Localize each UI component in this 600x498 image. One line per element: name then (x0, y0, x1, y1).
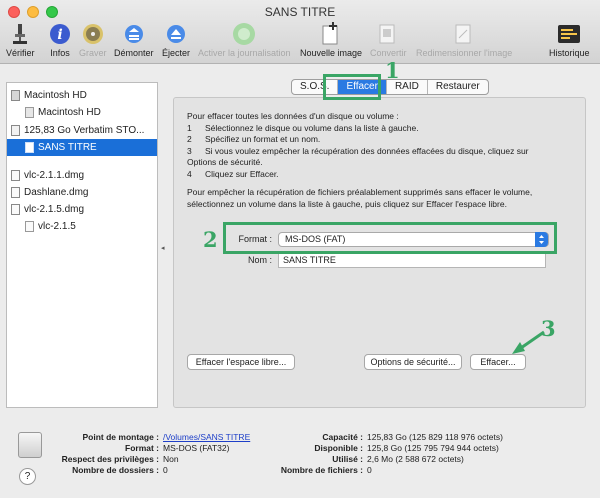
sidebar-item-label: Macintosh HD (38, 107, 101, 118)
sidebar-item-vlc-215-volume[interactable]: vlc-2.1.5 (7, 218, 157, 235)
log-icon (556, 22, 582, 46)
instruction-step: Options de sécurité. (187, 157, 263, 167)
instructions-intro: Pour effacer toutes les données d'un dis… (187, 111, 399, 121)
log-label: Historique (549, 48, 590, 58)
instruction-step: 3 Si vous voulez empêcher la récupération… (187, 145, 529, 156)
name-label: Nom : (247, 255, 272, 265)
sidebar-item-label: vlc-2.1.5.dmg (24, 204, 85, 215)
sidebar-item-label: vlc-2.1.5 (38, 221, 76, 232)
log-button[interactable]: Historique (549, 22, 590, 58)
capacity-value: 125,83 Go (125 829 118 976 octets) (367, 432, 503, 442)
burn-button[interactable]: Graver (79, 22, 107, 58)
hard-disk-icon (18, 432, 42, 458)
capacity-label: Capacité : (322, 432, 363, 442)
new-image-icon (318, 22, 344, 46)
instruction-step: 2 Spécifiez un format et un nom. (187, 134, 321, 144)
internal-disk-icon (11, 90, 20, 101)
format-info-label: Format : (125, 443, 159, 453)
volume-icon (25, 142, 34, 153)
info-icon: i (47, 22, 73, 46)
sidebar-item-vlc-211-dmg[interactable]: vlc-2.1.1.dmg (7, 167, 157, 184)
dmg-file-icon (11, 187, 20, 198)
name-field[interactable]: SANS TITRE (278, 253, 546, 268)
tab-restore[interactable]: Restaurer (428, 80, 488, 94)
sidebar-item-label: Macintosh HD (24, 90, 87, 101)
security-options-button[interactable]: Options de sécurité... (364, 354, 462, 370)
sidebar-item-label: vlc-2.1.1.dmg (24, 170, 85, 181)
convert-icon (375, 22, 401, 46)
annotation-box-format (223, 222, 557, 254)
help-button[interactable]: ? (19, 468, 36, 485)
free-space-text: Pour empêcher la récupération de fichier… (187, 187, 533, 197)
sidebar-item-label: Dashlane.dmg (24, 187, 89, 198)
volume-icon (25, 221, 34, 232)
disk-utility-window: SANS TITRE Vérifier i Infos Graver Démon… (0, 0, 600, 498)
dmg-file-icon (11, 170, 20, 181)
burn-disc-icon (80, 22, 106, 46)
available-value: 125,8 Go (125 795 794 944 octets) (367, 443, 499, 453)
volume-info-footer: ? Point de montage : /Volumes/SANS TITRE… (0, 418, 600, 498)
info-label: Infos (50, 48, 70, 58)
instruction-step: 1 Sélectionnez le disque ou volume dans l… (187, 122, 419, 133)
split-view-handle-icon[interactable]: ◂ (161, 244, 165, 252)
svg-text:i: i (57, 27, 62, 43)
unmount-button[interactable]: Démonter (114, 22, 154, 58)
dmg-file-icon (11, 204, 20, 215)
annotation-number-1: 1 (385, 58, 400, 83)
convert-label: Convertir (370, 48, 407, 58)
erase-free-space-button[interactable]: Effacer l'espace libre... (187, 354, 295, 370)
used-label: Utilisé : (332, 454, 363, 464)
mount-point-link[interactable]: /Volumes/SANS TITRE (163, 432, 250, 442)
toolbar: SANS TITRE Vérifier i Infos Graver Démon… (0, 0, 600, 64)
sidebar-item-macintosh-hd-disk[interactable]: Macintosh HD (7, 87, 157, 104)
instruction-step: 4 Cliquez sur Effacer. (187, 168, 279, 179)
resize-image-button[interactable]: Redimensionner l'image (416, 22, 512, 58)
eject-label: Éjecter (162, 48, 191, 58)
eject-icon (163, 22, 189, 46)
sidebar-item-label: SANS TITRE (38, 142, 97, 153)
resize-image-label: Redimensionner l'image (416, 48, 513, 58)
eject-button[interactable]: Éjecter (162, 22, 190, 58)
burn-label: Graver (79, 48, 107, 58)
erase-button[interactable]: Effacer... (470, 354, 526, 370)
erase-instructions: Pour effacer toutes les données d'un dis… (187, 111, 567, 210)
sidebar-item-label: 125,83 Go Verbatim STO... (24, 125, 145, 136)
resize-image-icon (451, 22, 477, 46)
owners-value: Non (163, 454, 179, 464)
new-image-label: Nouvelle image (300, 48, 363, 58)
enable-journaling-button[interactable]: Activer la journalisation (198, 22, 291, 58)
journaling-icon (231, 22, 257, 46)
window-title: SANS TITRE (264, 5, 336, 19)
format-info-value: MS-DOS (FAT32) (163, 443, 230, 453)
folders-value: 0 (163, 465, 168, 475)
files-value: 0 (367, 465, 372, 475)
annotation-arrow-icon (512, 330, 545, 354)
enable-journaling-label: Activer la journalisation (198, 48, 291, 58)
owners-label: Respect des privilèges : (61, 454, 159, 464)
verify-label: Vérifier (6, 48, 35, 58)
sidebar-item-vlc-215-dmg[interactable]: vlc-2.1.5.dmg (7, 201, 157, 218)
sidebar-item-macintosh-hd-volume[interactable]: Macintosh HD (7, 104, 157, 121)
sidebar-item-verbatim-disk[interactable]: 125,83 Go Verbatim STO... (7, 122, 157, 139)
sidebar-item-sans-titre[interactable]: SANS TITRE (7, 139, 157, 156)
unmount-icon (121, 22, 147, 46)
volume-icon (25, 107, 34, 118)
microscope-icon (7, 22, 33, 46)
sidebar-item-dashlane-dmg[interactable]: Dashlane.dmg (7, 184, 157, 201)
available-label: Disponible : (314, 443, 363, 453)
files-label: Nombre de fichiers : (280, 465, 363, 475)
annotation-number-2: 2 (203, 227, 218, 252)
unmount-label: Démonter (114, 48, 154, 58)
free-space-text: sélectionnez un volume dans la liste à g… (187, 198, 507, 209)
verify-button[interactable]: Vérifier (6, 22, 35, 58)
new-image-button[interactable]: Nouvelle image (300, 22, 362, 58)
disk-list: Macintosh HD Macintosh HD 125,83 Go Verb… (6, 82, 158, 408)
mount-point-label: Point de montage : (82, 432, 160, 442)
info-button[interactable]: i Infos (47, 22, 73, 58)
external-disk-icon (11, 125, 20, 136)
annotation-box-erase-tab (323, 74, 381, 100)
used-value: 2,6 Mo (2 588 672 octets) (367, 454, 464, 464)
folders-label: Nombre de dossiers : (72, 465, 159, 475)
convert-button[interactable]: Convertir (370, 22, 407, 58)
